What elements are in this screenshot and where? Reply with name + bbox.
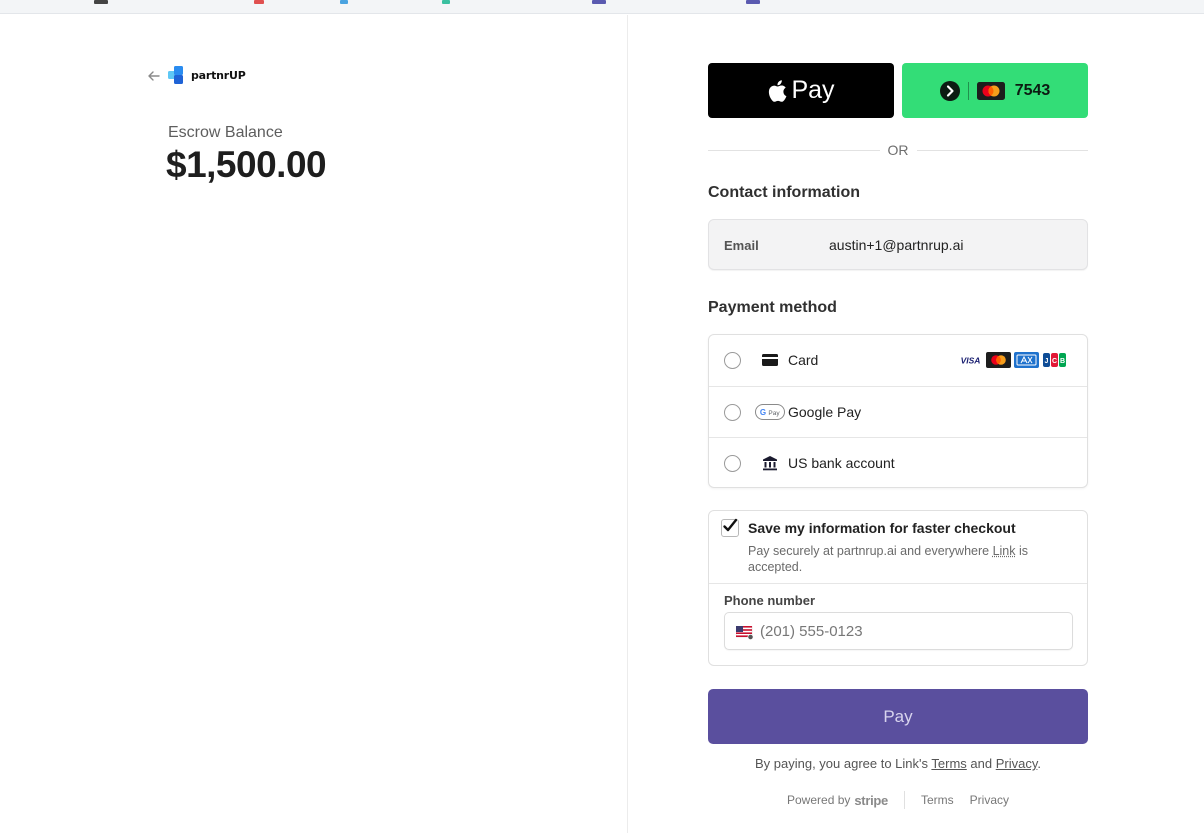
link-privacy-link[interactable]: Privacy — [996, 756, 1038, 771]
powered-by-stripe[interactable]: Powered by stripe — [787, 793, 888, 808]
phone-input[interactable] — [760, 619, 1060, 643]
legal-and: and — [966, 756, 996, 771]
us-flag-icon[interactable] — [736, 626, 754, 640]
us-bank-label: US bank account — [788, 455, 895, 471]
visa-icon: VISA — [958, 352, 983, 368]
bookmark-icon[interactable] — [94, 0, 108, 4]
apple-pay-label: Pay — [791, 76, 835, 104]
email-field[interactable]: Email austin+1@partnrup.ai — [708, 219, 1088, 270]
payment-section-title: Payment method — [708, 299, 837, 316]
svg-text:VISA: VISA — [961, 356, 981, 366]
bookmark-icon[interactable] — [254, 0, 264, 4]
legal-prefix: By paying, you agree to Link's — [754, 756, 932, 771]
apple-pay-button[interactable]: Pay — [708, 63, 894, 118]
merchant-logo[interactable]: partnrUP — [168, 66, 246, 84]
card-icon — [755, 351, 785, 369]
phone-field[interactable] — [724, 612, 1073, 650]
card-radio[interactable] — [724, 352, 741, 369]
email-value: austin+1@partnrup.ai — [829, 237, 964, 253]
save-divider — [709, 583, 1087, 584]
us-bank-radio[interactable] — [724, 455, 741, 472]
bank-icon — [755, 454, 785, 472]
payment-method-google-pay[interactable]: G Pay Google Pay — [709, 386, 1087, 437]
link-arrow-icon — [939, 80, 960, 101]
amex-icon — [1014, 352, 1039, 368]
or-divider: OR — [708, 141, 1088, 159]
jcb-icon: JCB — [1042, 352, 1067, 368]
button-separator — [967, 81, 969, 100]
footer-privacy-link[interactable]: Privacy — [970, 793, 1009, 807]
or-text: OR — [887, 142, 909, 158]
google-pay-radio[interactable] — [724, 404, 741, 421]
link-pay-button[interactable]: 7543 — [902, 63, 1088, 118]
email-label: Email — [724, 238, 759, 253]
bookmark-icon[interactable] — [340, 0, 348, 4]
divider-line — [916, 149, 1088, 151]
partnrup-logo-icon — [168, 66, 183, 84]
google-pay-label: Google Pay — [788, 404, 862, 420]
divider-line — [708, 149, 880, 151]
mastercard-icon — [986, 352, 1011, 368]
save-info-title: Save my information for faster checkout — [748, 520, 1016, 536]
payment-method-us-bank[interactable]: US bank account — [709, 437, 1087, 488]
card-brand-logos: VISA JCB — [958, 352, 1067, 368]
save-info-checkbox[interactable] — [721, 518, 739, 537]
link-info-link[interactable]: Link — [993, 544, 1016, 558]
checkmark-icon — [723, 518, 738, 532]
contact-section-title: Contact information — [708, 184, 860, 201]
footer-terms-link[interactable]: Terms — [921, 793, 954, 807]
svg-text:B: B — [1060, 358, 1065, 365]
save-desc-text: Pay securely at partnrup.ai and everywhe… — [748, 544, 993, 558]
browser-bookmark-strip — [0, 0, 1204, 14]
brand-name: partnrUP — [191, 68, 246, 82]
svg-text:J: J — [1045, 358, 1049, 365]
svg-text:Pay: Pay — [768, 410, 780, 417]
bookmark-icon[interactable] — [746, 0, 760, 4]
bookmark-icon[interactable] — [592, 0, 606, 4]
powered-by-text: Powered by — [787, 793, 851, 807]
bookmark-icon[interactable] — [442, 0, 450, 4]
back-arrow-icon[interactable] — [146, 68, 162, 84]
save-info-description: Pay securely at partnrup.ai and everywhe… — [748, 543, 1078, 575]
svg-text:G: G — [760, 408, 766, 417]
footer-separator — [903, 791, 905, 809]
stripe-footer: Powered by stripe Terms Privacy — [708, 791, 1088, 809]
card-label: Card — [788, 352, 819, 368]
card-last4: 7543 — [1014, 81, 1051, 99]
link-terms-link[interactable]: Terms — [931, 756, 966, 771]
balance-label: Escrow Balance — [168, 124, 283, 141]
pay-button[interactable]: Pay — [708, 689, 1088, 744]
order-summary-panel — [0, 15, 628, 833]
svg-text:C: C — [1052, 358, 1057, 365]
mastercard-icon — [976, 81, 1005, 100]
phone-label: Phone number — [724, 593, 816, 608]
google-pay-icon: G Pay — [755, 403, 785, 421]
link-save-info-box: Save my information for faster checkout … — [708, 510, 1088, 666]
payment-method-card[interactable]: Card VISA JCB — [709, 335, 1087, 386]
apple-icon — [769, 79, 787, 102]
legal-text: By paying, you agree to Link's Terms and… — [708, 756, 1088, 771]
balance-amount: $1,500.00 — [166, 144, 327, 185]
legal-suffix: . — [1037, 756, 1041, 771]
stripe-logo: stripe — [854, 792, 888, 808]
payment-method-accordion: Card VISA JCB G Pay Google Pay US bank a… — [708, 334, 1088, 488]
